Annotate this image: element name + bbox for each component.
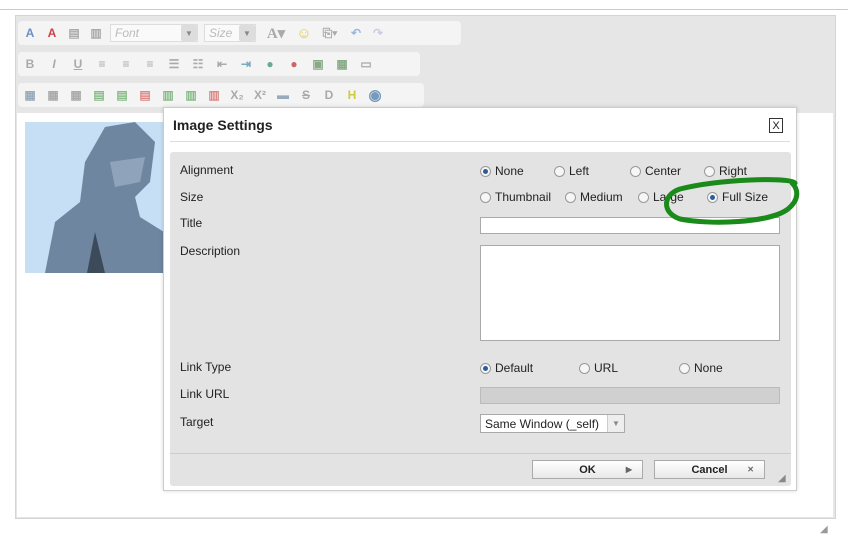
- chevron-down-icon: ▼: [239, 25, 255, 41]
- text-color-icon[interactable]: A: [22, 25, 38, 41]
- footer-divider: [170, 453, 791, 454]
- font-size-icon[interactable]: A▾: [262, 25, 290, 42]
- size-medium-radio[interactable]: Medium: [565, 190, 623, 204]
- title-label: Title: [180, 216, 203, 230]
- dialog-title: Image Settings: [173, 117, 273, 133]
- toolbar-row-3: ▦ ▦ ▦ ▤ ▤ ▤ ▥ ▥ ▥ X₂ X² ▬ S D H ◉: [18, 83, 424, 107]
- alignment-label: Alignment: [180, 163, 234, 177]
- remove-format-icon[interactable]: A: [44, 25, 60, 41]
- link-none-radio[interactable]: None: [679, 361, 723, 375]
- editor-resize-grip-icon[interactable]: ◢: [820, 524, 828, 535]
- toolbar-row-1: A A ▤ ▥ Font ▼ Size ▼ A▾ ☺ ⎘▾ ↶ ↷: [18, 21, 461, 45]
- radio-dot: [554, 165, 565, 177]
- radio-dot: [480, 191, 491, 203]
- radio-dot: [579, 362, 590, 374]
- paste-text-icon[interactable]: ▤: [66, 25, 82, 41]
- cancel-button[interactable]: Cancel ✕: [654, 460, 765, 479]
- link-url-label: Link URL: [180, 387, 230, 401]
- media-icon[interactable]: ◉: [367, 87, 383, 104]
- attachment-icon[interactable]: ⎘▾: [318, 25, 342, 41]
- d-icon[interactable]: D: [321, 87, 337, 103]
- subscript-icon[interactable]: X₂: [229, 87, 245, 103]
- superscript-icon[interactable]: X²: [252, 87, 268, 103]
- insert-column-after-icon[interactable]: ▥: [183, 87, 199, 103]
- chevron-down-icon: ▼: [181, 25, 197, 41]
- bold-icon[interactable]: B: [22, 56, 38, 72]
- delete-table-icon[interactable]: ▦: [68, 87, 84, 103]
- outdent-icon[interactable]: ⇤: [214, 56, 230, 72]
- alignment-none-radio[interactable]: None: [480, 164, 524, 178]
- align-center-icon[interactable]: ≡: [118, 56, 134, 72]
- link-type-label: Link Type: [180, 360, 232, 374]
- insert-column-before-icon[interactable]: ▥: [160, 87, 176, 103]
- target-label: Target: [180, 415, 214, 429]
- divider: [170, 141, 790, 142]
- toolbar-row-2: B I U ≡ ≡ ≡ ☰ ☷ ⇤ ⇥ ● ● ▣ ▦ ▭: [18, 52, 420, 76]
- size-select[interactable]: Size ▼: [204, 24, 256, 42]
- radio-dot: [565, 191, 576, 203]
- image-settings-dialog: Image Settings X Alignment None Left Cen…: [163, 107, 797, 491]
- delete-column-icon[interactable]: ▥: [206, 87, 222, 103]
- remove-link-icon[interactable]: ●: [286, 56, 302, 72]
- radio-dot: [480, 165, 491, 177]
- description-textarea[interactable]: [480, 245, 780, 341]
- radio-dot: [480, 362, 491, 374]
- italic-icon[interactable]: I: [46, 56, 62, 72]
- insert-row-before-icon[interactable]: ▤: [91, 87, 107, 103]
- insert-row-after-icon[interactable]: ▤: [114, 87, 130, 103]
- ok-button[interactable]: OK ▶: [532, 460, 643, 479]
- chevron-down-icon: ▼: [607, 415, 624, 432]
- arrow-right-icon: ▶: [625, 465, 632, 474]
- radio-dot: [630, 165, 641, 177]
- close-button[interactable]: X: [769, 118, 783, 133]
- resize-grip-icon[interactable]: ◢: [778, 473, 786, 484]
- size-thumbnail-radio[interactable]: Thumbnail: [480, 190, 551, 204]
- paste-word-icon[interactable]: ▥: [88, 25, 104, 41]
- unordered-list-icon[interactable]: ☷: [190, 56, 206, 72]
- font-select[interactable]: Font ▼: [110, 24, 198, 42]
- underline-icon[interactable]: U: [70, 56, 86, 72]
- ordered-list-icon[interactable]: ☰: [166, 56, 182, 72]
- align-right-icon[interactable]: ≡: [142, 56, 158, 72]
- horizontal-rule-icon[interactable]: ▬: [275, 87, 291, 103]
- size-label: Size: [180, 190, 204, 204]
- radio-dot: [679, 362, 690, 374]
- table-icon[interactable]: ▦: [22, 87, 38, 103]
- insert-image-icon[interactable]: ▣: [310, 56, 326, 72]
- target-select[interactable]: Same Window (_self) ▼: [480, 414, 625, 433]
- link-default-radio[interactable]: Default: [480, 361, 533, 375]
- dinosaur-image[interactable]: [25, 122, 164, 273]
- radio-dot: [638, 191, 649, 203]
- emoticon-icon[interactable]: ☺: [296, 25, 312, 42]
- comment-icon[interactable]: ▭: [358, 56, 374, 72]
- link-url-radio[interactable]: URL: [579, 361, 618, 375]
- undo-icon[interactable]: ↶: [348, 25, 364, 41]
- insert-media-icon[interactable]: ▦: [334, 56, 350, 72]
- description-label: Description: [180, 244, 241, 258]
- indent-icon[interactable]: ⇥: [238, 56, 254, 72]
- delete-row-icon[interactable]: ▤: [137, 87, 153, 103]
- strikethrough-icon[interactable]: S: [298, 87, 314, 103]
- link-url-input[interactable]: [480, 387, 780, 404]
- alignment-left-radio[interactable]: Left: [554, 164, 589, 178]
- align-left-icon[interactable]: ≡: [94, 56, 110, 72]
- close-icon: ✕: [747, 465, 754, 474]
- h-icon[interactable]: H: [344, 87, 360, 103]
- table-properties-icon[interactable]: ▦: [45, 87, 61, 103]
- annotation-circle: [664, 177, 800, 225]
- insert-link-icon[interactable]: ●: [262, 56, 278, 72]
- redo-icon[interactable]: ↷: [370, 25, 386, 41]
